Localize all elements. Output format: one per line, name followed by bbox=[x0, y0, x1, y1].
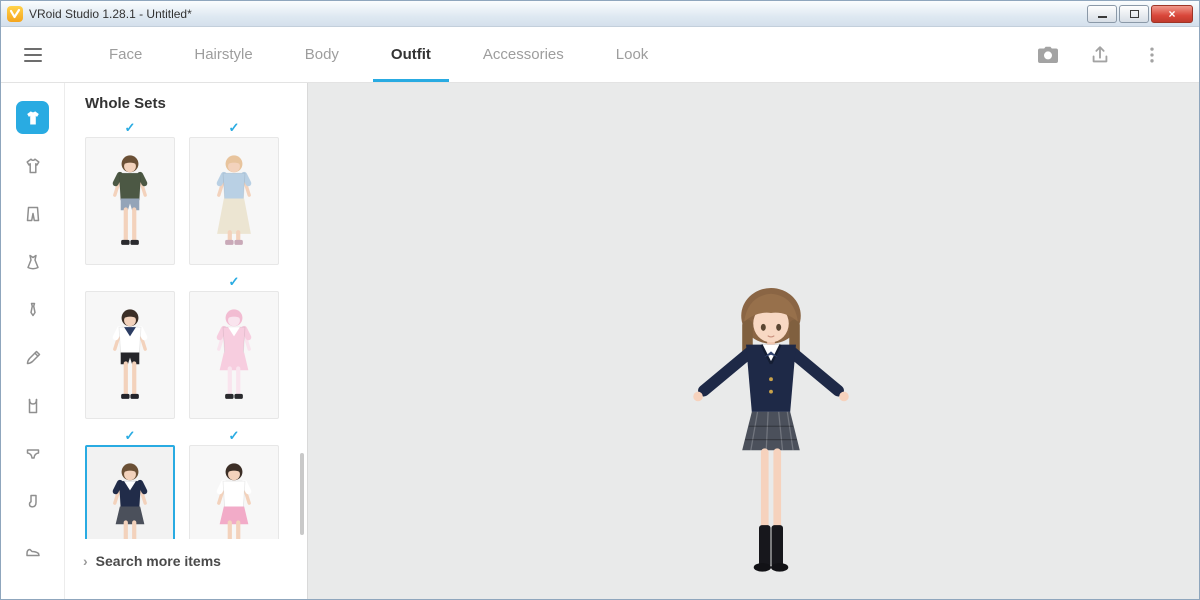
title-bar[interactable]: VRoid Studio 1.28.1 - Untitled* × bbox=[1, 1, 1199, 27]
checked-indicator: ✓ bbox=[189, 429, 279, 445]
outfit-cell: ✓ bbox=[189, 429, 279, 539]
sidebar-item-neckwear[interactable] bbox=[16, 293, 49, 326]
main-content: Whole Sets ✓ ✓ bbox=[1, 83, 1199, 599]
sidebar-item-bottoms[interactable] bbox=[16, 197, 49, 230]
unchecked-indicator bbox=[85, 275, 175, 291]
close-button[interactable]: × bbox=[1151, 5, 1193, 23]
item-panel: Whole Sets ✓ ✓ bbox=[65, 83, 308, 599]
sidebar-item-socks[interactable] bbox=[16, 485, 49, 518]
window-controls: × bbox=[1087, 5, 1193, 23]
checked-indicator: ✓ bbox=[85, 121, 175, 137]
outfit-item-3[interactable] bbox=[189, 291, 279, 419]
outfit-item-4[interactable] bbox=[85, 445, 175, 539]
outfit-item-5[interactable] bbox=[189, 445, 279, 539]
checked-indicator: ✓ bbox=[189, 275, 279, 291]
sidebar-item-texture-paint[interactable] bbox=[16, 341, 49, 374]
outfit-cell: ✓ bbox=[85, 429, 175, 539]
outfit-cell: ✓ bbox=[85, 121, 175, 265]
vroid-logo-icon bbox=[7, 6, 23, 22]
outfit-figure bbox=[196, 453, 272, 539]
search-more-items[interactable]: › Search more items bbox=[65, 539, 307, 599]
outfit-figure bbox=[92, 299, 168, 411]
panel-scrollbar[interactable] bbox=[300, 453, 304, 535]
item-list-scroll-area[interactable]: Whole Sets ✓ ✓ bbox=[65, 83, 307, 539]
character-model bbox=[675, 283, 867, 586]
app-window: VRoid Studio 1.28.1 - Untitled* × Face H… bbox=[0, 0, 1200, 600]
outfit-figure bbox=[196, 299, 272, 411]
outfit-cell: ✓ bbox=[189, 121, 279, 265]
tab-hairstyle[interactable]: Hairstyle bbox=[168, 27, 278, 82]
outfit-item-1[interactable] bbox=[189, 137, 279, 265]
viewport-3d[interactable] bbox=[308, 83, 1199, 599]
kebab-menu-icon[interactable] bbox=[1139, 42, 1165, 68]
sidebar-item-tops[interactable] bbox=[16, 149, 49, 182]
checked-indicator: ✓ bbox=[85, 429, 175, 445]
panel-title: Whole Sets bbox=[85, 95, 307, 113]
sidebar-item-one-piece[interactable] bbox=[16, 245, 49, 278]
outfit-item-0[interactable] bbox=[85, 137, 175, 265]
checked-indicator: ✓ bbox=[189, 121, 279, 137]
window-title: VRoid Studio 1.28.1 - Untitled* bbox=[29, 7, 1081, 21]
tab-face[interactable]: Face bbox=[83, 27, 168, 82]
camera-icon[interactable] bbox=[1035, 42, 1061, 68]
minimize-button[interactable] bbox=[1087, 5, 1117, 23]
export-icon[interactable] bbox=[1087, 42, 1113, 68]
tab-bar: Face Hairstyle Body Outfit Accessories L… bbox=[83, 27, 674, 82]
tab-accessories[interactable]: Accessories bbox=[457, 27, 590, 82]
chevron-right-icon: › bbox=[83, 553, 88, 569]
tab-look[interactable]: Look bbox=[590, 27, 675, 82]
sidebar-item-whole-sets[interactable] bbox=[16, 101, 49, 134]
maximize-button[interactable] bbox=[1119, 5, 1149, 23]
nav-actions bbox=[1035, 27, 1199, 82]
search-more-label: Search more items bbox=[96, 553, 221, 569]
hamburger-menu-icon[interactable] bbox=[1, 27, 65, 82]
sidebar-item-underwear[interactable] bbox=[16, 437, 49, 470]
outfit-cell bbox=[85, 275, 175, 419]
category-sidebar bbox=[1, 83, 65, 599]
outfit-cell: ✓ bbox=[189, 275, 279, 419]
tab-outfit[interactable]: Outfit bbox=[365, 27, 457, 82]
outfit-figure bbox=[196, 145, 272, 257]
outfit-figure bbox=[92, 145, 168, 257]
outfit-grid: ✓ ✓ bbox=[85, 121, 307, 539]
tab-body[interactable]: Body bbox=[279, 27, 365, 82]
outfit-item-2[interactable] bbox=[85, 291, 175, 419]
sidebar-item-innerwear[interactable] bbox=[16, 389, 49, 422]
outfit-figure bbox=[92, 453, 168, 539]
top-navbar: Face Hairstyle Body Outfit Accessories L… bbox=[1, 27, 1199, 83]
sidebar-item-shoes[interactable] bbox=[16, 533, 49, 566]
